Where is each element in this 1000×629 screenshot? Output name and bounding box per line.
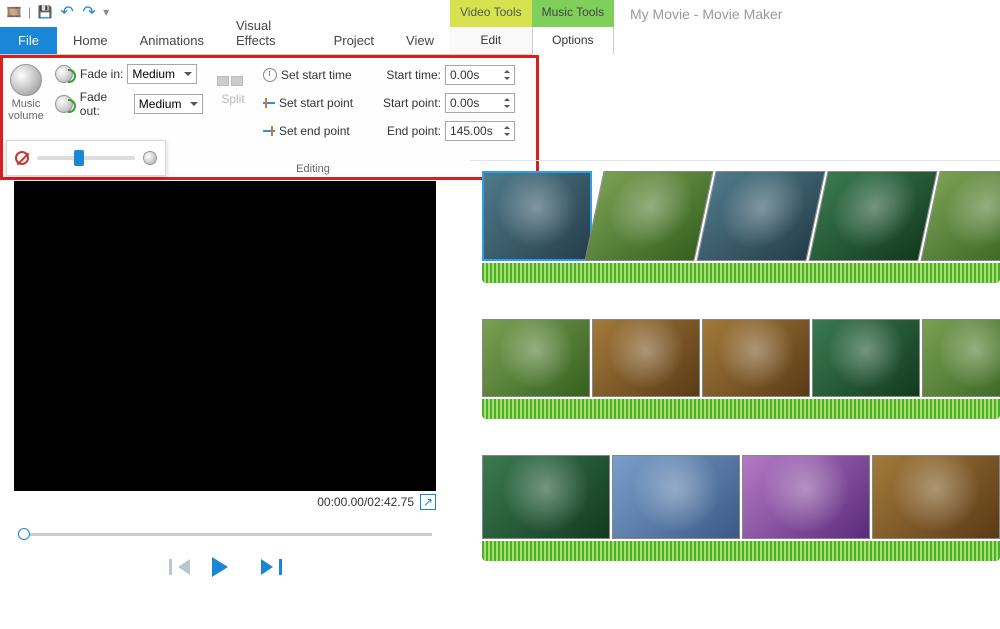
tab-visual-effects[interactable]: Visual Effects xyxy=(220,12,318,54)
fade-in-dropdown[interactable]: Medium xyxy=(127,64,197,84)
preview-monitor xyxy=(14,181,436,491)
tab-home[interactable]: Home xyxy=(57,27,124,54)
audio-waveform[interactable] xyxy=(482,263,1000,283)
set-start-time-button[interactable]: Set start time xyxy=(263,64,363,86)
fade-out-icon xyxy=(55,95,73,113)
set-end-point-button[interactable]: Set end point xyxy=(263,120,363,142)
clip[interactable] xyxy=(872,455,1000,539)
contextual-tabs: Video Tools Edit Music Tools Options xyxy=(450,0,614,55)
clip[interactable] xyxy=(808,171,937,261)
end-point-input[interactable]: 145.00s xyxy=(445,121,515,141)
clock-icon xyxy=(263,68,277,82)
clip[interactable] xyxy=(592,319,700,397)
clip[interactable] xyxy=(612,455,740,539)
video-tools-tab[interactable]: Video Tools xyxy=(450,0,532,27)
fullscreen-icon[interactable]: ↗ xyxy=(420,494,436,510)
audio-waveform[interactable] xyxy=(482,541,1000,561)
file-menu[interactable]: File xyxy=(0,27,57,54)
volume-slider[interactable] xyxy=(37,156,135,160)
play-button[interactable] xyxy=(211,556,239,578)
volume-slider-popup xyxy=(6,140,166,176)
music-tools-tab[interactable]: Music Tools xyxy=(532,0,614,27)
fade-in-label: Fade in: xyxy=(80,67,123,81)
clip[interactable] xyxy=(696,171,825,261)
next-frame-button[interactable] xyxy=(257,556,285,578)
clip[interactable] xyxy=(482,171,592,261)
set-start-point-button[interactable]: Set start point xyxy=(263,92,363,114)
clip[interactable] xyxy=(482,319,590,397)
end-point-icon xyxy=(263,126,275,136)
fade-in-icon xyxy=(55,65,73,83)
editing-group-label: Editing xyxy=(263,161,363,175)
mute-icon[interactable] xyxy=(15,151,29,165)
music-volume-label: Music volume xyxy=(8,96,43,122)
speaker-icon xyxy=(143,151,157,165)
start-point-label: Start point: xyxy=(375,96,441,110)
redo-icon[interactable]: ↷ xyxy=(81,4,97,20)
seek-thumb[interactable] xyxy=(18,528,30,540)
prev-frame-button[interactable] xyxy=(165,556,193,578)
audio-waveform[interactable] xyxy=(482,399,1000,419)
clip[interactable] xyxy=(702,319,810,397)
clip[interactable] xyxy=(812,319,920,397)
tab-project[interactable]: Project xyxy=(318,27,390,54)
music-tools-options-tab[interactable]: Options xyxy=(532,27,614,55)
music-volume-button[interactable] xyxy=(10,64,42,96)
clip[interactable] xyxy=(922,319,1000,397)
playback-time: 00:00.00/02:42.75 xyxy=(317,495,414,509)
clip[interactable] xyxy=(742,455,870,539)
split-button[interactable]: Split xyxy=(221,92,244,106)
tab-animations[interactable]: Animations xyxy=(124,27,220,54)
window-title: My Movie - Movie Maker xyxy=(630,6,782,22)
timeline[interactable] xyxy=(470,160,1000,629)
start-point-icon xyxy=(263,98,275,108)
start-time-input[interactable]: 0.00s xyxy=(445,65,515,85)
volume-thumb[interactable] xyxy=(74,150,84,166)
seek-bar[interactable] xyxy=(18,533,432,536)
clip[interactable] xyxy=(482,455,610,539)
undo-icon[interactable]: ↶ xyxy=(59,4,75,20)
app-icon: 🎞️ xyxy=(6,4,22,20)
start-time-label: Start time: xyxy=(375,68,441,82)
playback-controls xyxy=(14,556,436,578)
start-point-input[interactable]: 0.00s xyxy=(445,93,515,113)
clip[interactable] xyxy=(584,171,713,261)
tab-view[interactable]: View xyxy=(390,27,450,54)
fade-out-dropdown[interactable]: Medium xyxy=(134,94,203,114)
fade-out-label: Fade out: xyxy=(80,90,130,118)
ribbon-tabs: File Home Animations Visual Effects Proj… xyxy=(0,26,450,55)
end-point-label: End point: xyxy=(375,124,441,138)
video-tools-edit-tab[interactable]: Edit xyxy=(450,27,532,55)
split-icon xyxy=(217,74,249,88)
save-icon[interactable]: 💾 xyxy=(37,4,53,20)
